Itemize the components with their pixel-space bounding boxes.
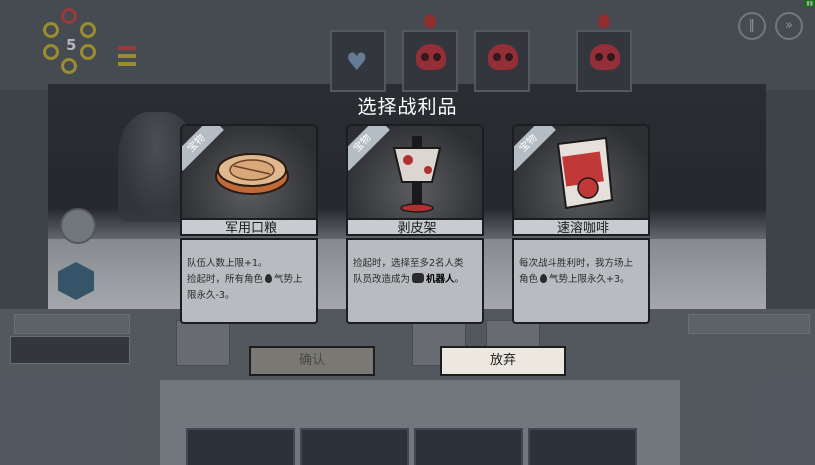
flame-icon xyxy=(265,274,273,283)
loot-title: 选择战利品 xyxy=(357,96,458,118)
card-description: 捡起时，选择至多2名人类 队员改造成为 机器人。 xyxy=(346,238,484,324)
card-name: 剥皮架 xyxy=(348,218,482,234)
card-art: 宝物 军用口粮 xyxy=(180,124,318,236)
card-description: 每次战斗胜利时，我方场上 角色 气势上限永久+3。 xyxy=(512,238,650,324)
card-name: 速溶咖啡 xyxy=(514,218,648,234)
confirm-button[interactable]: 确认 xyxy=(249,346,375,376)
card-art: 宝物 速溶咖啡 xyxy=(512,124,650,236)
loot-card-skinning-rack[interactable]: 宝物 剥皮架 捡起时，选择至多2名人类 队员改造成为 机器人。 xyxy=(346,124,484,324)
flame-icon xyxy=(540,274,548,283)
loot-card-instant-coffee[interactable]: 宝物 速溶咖啡 每次战斗胜利时，我方场上 角色 气势上限永久+3。 xyxy=(512,124,650,324)
robot-icon xyxy=(412,273,425,283)
card-description: 队伍人数上限+1。 捡起时，所有角色 气势上 限永久-3。 xyxy=(180,238,318,324)
abandon-button[interactable]: 放弃 xyxy=(440,346,566,376)
card-art: 宝物 剥皮架 xyxy=(346,124,484,236)
card-name: 军用口粮 xyxy=(182,218,316,234)
loot-card-ration[interactable]: 宝物 军用口粮 队伍人数上限+1。 捡起时，所有角色 气势上 限永久-3。 xyxy=(180,124,318,324)
